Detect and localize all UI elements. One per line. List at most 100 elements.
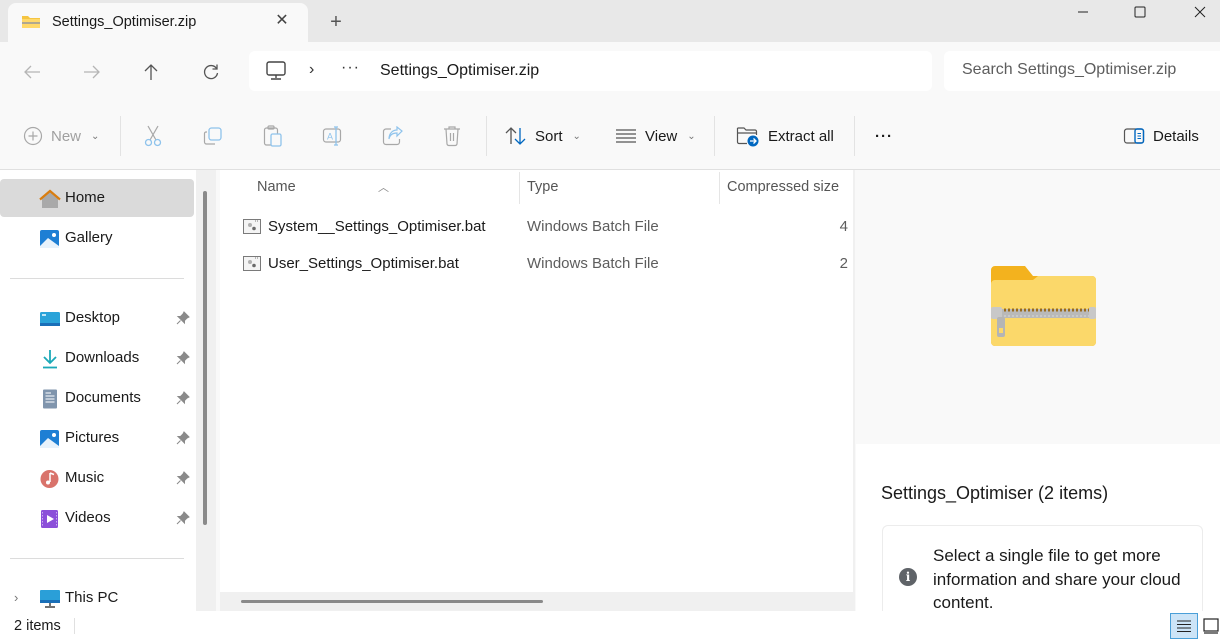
this-pc-icon [40,590,60,608]
view-label: View [645,127,678,145]
pictures-icon [40,430,59,448]
sort-ascending-icon: ︿ [378,182,389,194]
details-pane-icon [1123,128,1145,144]
expand-chevron-icon[interactable]: › [14,590,18,605]
large-icons-view-button[interactable] [1202,613,1220,639]
sidebar-item-home[interactable]: Home [0,179,194,217]
column-header-name[interactable]: ︿ Name [220,170,519,204]
tab-settings-optimiser[interactable]: Settings_Optimiser.zip ✕ [8,3,308,42]
info-icon: i [899,568,917,586]
sidebar-item-label: Music [65,469,105,486]
horizontal-scrollbar-thumb[interactable] [241,600,543,603]
sort-button[interactable]: Sort ⌄ [505,122,581,150]
sidebar-item-downloads[interactable]: Downloads [0,339,194,377]
column-header-type[interactable]: Type [520,170,719,204]
copy-button[interactable] [203,122,223,150]
up-button[interactable] [138,59,164,85]
cut-icon [144,125,162,147]
toolbar-divider [854,116,855,156]
sidebar-item-videos[interactable]: Videos [0,499,194,537]
sort-label: Sort [535,127,563,145]
delete-button[interactable] [443,122,461,150]
sidebar-item-desktop[interactable]: Desktop [0,299,194,337]
file-list: ︿ Name Type Compressed size System__Sett… [220,170,853,611]
sidebar-item-label: Videos [65,509,111,526]
details-label: Details [1153,127,1199,145]
sidebar-item-music[interactable]: Music [0,459,194,497]
status-divider [74,618,75,634]
batch-file-icon [243,219,261,234]
close-window-button[interactable] [1177,0,1220,24]
close-tab-icon[interactable]: ✕ [273,12,291,30]
minimize-button[interactable] [1060,0,1106,24]
downloads-icon [43,350,57,369]
paste-button[interactable] [263,122,283,150]
more-options-button[interactable]: ··· [875,122,893,150]
file-type: Windows Batch File [527,255,659,272]
search-input[interactable] [962,61,1212,79]
tab-title: Settings_Optimiser.zip [52,14,197,30]
breadcrumb-current[interactable]: Settings_Optimiser.zip [380,62,539,80]
share-button[interactable] [382,122,404,150]
navigation-pane: Home Gallery Desktop Downloads Documents… [0,170,212,611]
details-title: Settings_Optimiser (2 items) [881,483,1109,503]
extract-folder-icon [736,127,759,147]
column-header-label: Name [257,179,296,195]
search-box[interactable] [944,51,1220,91]
breadcrumb-overflow-button[interactable]: ··· [341,59,360,77]
file-row[interactable]: User_Settings_Optimiser.bat Windows Batc… [220,247,853,281]
maximize-button[interactable] [1117,0,1163,24]
status-bar: 2 items [0,611,1220,639]
forward-arrow-icon [84,65,100,79]
file-name: User_Settings_Optimiser.bat [268,255,459,272]
sidebar-item-label: Desktop [65,309,121,326]
svg-text:A: A [327,132,333,142]
info-message: Select a single file to get more informa… [933,546,1181,612]
maximize-icon [1134,6,1146,18]
videos-icon [41,510,58,528]
details-pane-button[interactable]: Details [1123,122,1199,150]
new-button[interactable]: New ⌄ [23,122,99,150]
rename-button[interactable]: A [322,122,344,150]
pin-icon[interactable] [176,391,190,405]
documents-icon [43,389,57,409]
extract-all-button[interactable]: Extract all [736,122,834,150]
sidebar-item-gallery[interactable]: Gallery [0,219,194,257]
forward-button[interactable] [79,59,105,85]
pin-icon[interactable] [176,431,190,445]
column-header-compressed-size[interactable]: Compressed size [720,170,853,204]
file-row[interactable]: System__Settings_Optimiser.bat Windows B… [220,210,853,244]
breadcrumb-separator[interactable]: › [309,61,314,79]
minimize-icon [1078,11,1088,13]
pin-icon[interactable] [176,351,190,365]
file-compressed-size: 2 [839,255,848,272]
sidebar-scrollbar-thumb[interactable] [203,191,207,525]
refresh-button[interactable] [198,59,224,85]
toolbar-divider [120,116,121,156]
item-count: 2 items [14,618,61,634]
zip-folder-large-icon [991,266,1096,346]
title-bar: Settings_Optimiser.zip ✕ + [0,0,1220,42]
delete-icon [444,126,460,147]
pin-icon[interactable] [176,471,190,485]
gallery-icon [40,230,59,248]
pin-icon[interactable] [176,511,190,525]
view-button[interactable]: View ⌄ [615,122,696,150]
sidebar-item-pictures[interactable]: Pictures [0,419,194,457]
back-button[interactable] [19,59,45,85]
extract-all-label: Extract all [768,127,834,145]
plus-circle-icon [23,126,43,146]
sidebar-item-label: Home [65,189,106,206]
sidebar-item-documents[interactable]: Documents [0,379,194,417]
pin-icon[interactable] [176,311,190,325]
sidebar-item-label: Pictures [65,429,120,446]
address-bar[interactable]: › ··· Settings_Optimiser.zip [249,51,932,91]
up-arrow-icon [144,64,158,80]
home-icon [39,189,61,208]
new-tab-button[interactable]: + [326,12,346,32]
details-view-button[interactable] [1170,613,1198,639]
pane-divider[interactable] [853,170,855,611]
sidebar-divider [10,558,184,559]
tiles-view-icon [1203,618,1219,634]
cut-button[interactable] [143,122,163,150]
